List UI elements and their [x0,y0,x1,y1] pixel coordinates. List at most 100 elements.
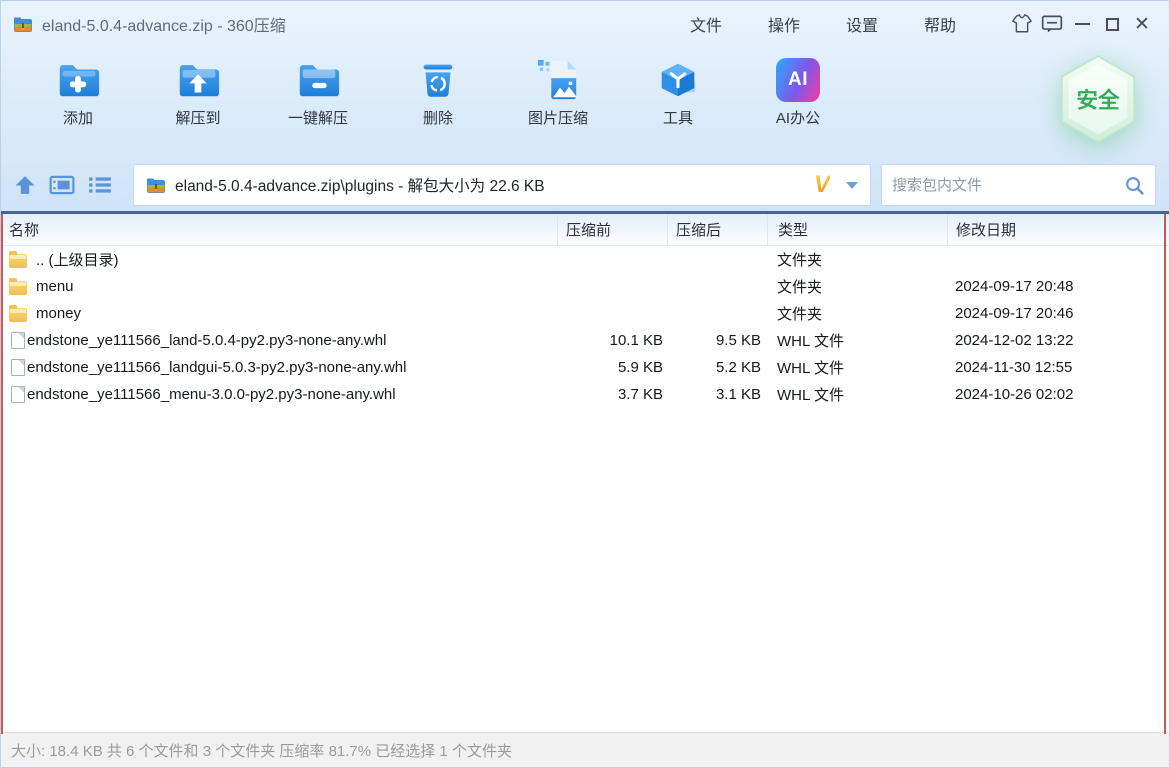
tool-label: 工具 [663,107,693,128]
table-row[interactable]: money 文件夹 2024-09-17 20:46 [1,300,1169,327]
delete-button[interactable]: 删除 [395,57,481,128]
row-size-before: 10.1 KB [557,332,667,349]
zip-archive-icon [13,15,33,33]
one-click-extract-folder-icon [295,57,341,103]
feedback-icon[interactable] [1037,9,1067,39]
ai-badge-text: AI [788,69,808,91]
status-bar: 大小: 18.4 KB 共 6 个文件和 3 个文件夹 压缩率 81.7% 已经… [1,732,1169,767]
navigation-bar: eland-5.0.4-advance.zip\plugins - 解包大小为 … [1,159,1169,211]
folder-icon [9,254,27,268]
row-name: endstone_ye111566_landgui-5.0.3-py2.py3-… [27,359,406,376]
table-row[interactable]: menu 文件夹 2024-09-17 20:48 [1,273,1169,300]
annotation-red-border-left [1,214,3,734]
table-row[interactable]: endstone_ye111566_menu-3.0.0-py2.py3-non… [1,381,1169,408]
folder-icon [9,308,27,322]
row-type: 文件夹 [767,303,947,324]
address-path-text: eland-5.0.4-advance.zip\plugins - 解包大小为 … [175,174,814,196]
menu-help[interactable]: 帮助 [924,6,956,42]
maximize-button[interactable] [1097,9,1127,39]
address-bar[interactable]: eland-5.0.4-advance.zip\plugins - 解包大小为 … [133,164,871,206]
tools-button[interactable]: 工具 [635,57,721,128]
file-list-panel: 名称 压缩前 压缩后 类型 修改日期 .. (上级目录) 文件夹 menu 文件… [1,214,1169,732]
tool-label: 图片压缩 [528,107,588,128]
row-name: money [36,305,81,322]
title-bar: eland-5.0.4-advance.zip - 360压缩 文件 操作 设置… [1,1,1169,47]
add-folder-icon [55,57,101,103]
ai-office-icon: AI [776,58,820,102]
search-box [881,164,1156,206]
up-directory-icon[interactable] [13,174,37,196]
table-row[interactable]: endstone_ye111566_landgui-5.0.3-py2.py3-… [1,354,1169,381]
main-toolbar: 添加 解压到 一键解压 [1,47,1169,159]
one-click-extract-button[interactable]: 一键解压 [275,57,361,128]
preview-pane-icon[interactable] [49,174,75,196]
column-header-name[interactable]: 名称 [1,214,557,245]
row-modified: 2024-11-30 12:55 [947,359,1169,376]
tool-label: 解压到 [175,107,220,128]
row-type: WHL 文件 [767,357,947,378]
row-size-before: 5.9 KB [557,359,667,376]
file-icon [11,332,25,349]
tools-cube-icon [655,57,701,103]
menu-operations[interactable]: 操作 [768,6,800,42]
skin-shirt-icon[interactable] [1007,9,1037,39]
add-button[interactable]: 添加 [35,57,121,128]
image-compress-icon [535,57,581,103]
close-button[interactable]: ✕ [1127,9,1157,39]
row-type: 文件夹 [767,249,947,270]
table-row[interactable]: endstone_ye111566_land-5.0.4-py2.py3-non… [1,327,1169,354]
security-badge[interactable]: 安全 [1055,53,1141,152]
menu-file[interactable]: 文件 [690,6,722,42]
address-dropdown-caret-icon[interactable] [846,182,858,189]
row-name: endstone_ye111566_land-5.0.4-py2.py3-non… [27,332,386,349]
row-size-after: 9.5 KB [667,332,767,349]
file-icon [11,386,25,403]
search-icon[interactable] [1124,175,1145,196]
row-type: WHL 文件 [767,330,947,351]
column-header-modified[interactable]: 修改日期 [947,214,1169,245]
ai-office-button[interactable]: AI AI办公 [755,57,841,128]
minimize-button[interactable] [1067,9,1097,39]
table-header: 名称 压缩前 压缩后 类型 修改日期 [1,214,1169,246]
file-icon [11,359,25,376]
tool-label: 删除 [423,107,453,128]
security-badge-label: 安全 [1076,88,1120,113]
column-header-size-after[interactable]: 压缩后 [667,214,767,245]
column-header-type[interactable]: 类型 [767,214,947,245]
tool-label: 添加 [63,107,93,128]
row-modified: 2024-12-02 13:22 [947,332,1169,349]
table-row[interactable]: .. (上级目录) 文件夹 [1,246,1169,273]
row-modified: 2024-10-26 02:02 [947,386,1169,403]
column-header-size-before[interactable]: 压缩前 [557,214,667,245]
row-type: WHL 文件 [767,384,947,405]
tool-label: AI办公 [776,107,820,128]
file-table-body: .. (上级目录) 文件夹 menu 文件夹 2024-09-17 20:48 … [1,246,1169,732]
row-size-after: 3.1 KB [667,386,767,403]
row-modified: 2024-09-17 20:46 [947,305,1169,322]
tool-label: 一键解压 [288,107,348,128]
row-modified: 2024-09-17 20:48 [947,278,1169,295]
360-v-logo-icon: V [814,171,830,199]
delete-trash-icon [415,57,461,103]
window-title: eland-5.0.4-advance.zip - 360压缩 [42,12,286,36]
status-text: 大小: 18.4 KB 共 6 个文件和 3 个文件夹 压缩率 81.7% 已经… [11,740,512,761]
annotation-red-border-right [1164,214,1166,734]
row-size-after: 5.2 KB [667,359,767,376]
row-name: menu [36,278,74,295]
menu-bar: 文件 操作 设置 帮助 [667,6,979,42]
window-chrome: eland-5.0.4-advance.zip - 360压缩 文件 操作 设置… [1,1,1169,211]
zip-folder-icon [146,176,166,194]
folder-icon [9,281,27,295]
list-view-icon[interactable] [87,174,113,196]
image-compress-button[interactable]: 图片压缩 [515,57,601,128]
row-name: endstone_ye111566_menu-3.0.0-py2.py3-non… [27,386,396,403]
row-name: .. (上级目录) [36,249,119,270]
app-window: eland-5.0.4-advance.zip - 360压缩 文件 操作 设置… [0,0,1170,768]
window-controls: ✕ [1007,9,1157,39]
extract-to-button[interactable]: 解压到 [155,57,241,128]
menu-settings[interactable]: 设置 [846,6,878,42]
extract-to-folder-icon [175,57,221,103]
search-input[interactable] [892,177,1124,194]
security-shield-icon: 安全 [1055,53,1141,147]
row-size-before: 3.7 KB [557,386,667,403]
